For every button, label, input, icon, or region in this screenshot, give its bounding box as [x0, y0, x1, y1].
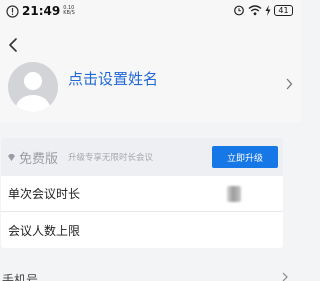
blurred-value — [227, 186, 241, 202]
charging-icon — [265, 4, 271, 16]
avatar[interactable] — [8, 62, 58, 112]
setting-row-participant-limit[interactable]: 会议人数上限 — [1, 212, 283, 248]
user-silhouette-icon — [16, 72, 50, 112]
battery-indicator: 41 — [274, 4, 293, 16]
network-speed-unit: KB/S — [63, 10, 75, 16]
meeting-plan-card: 免费版 升级专享无限时长会议 立即升级 单次会议时长 会议人数上限 — [1, 138, 283, 248]
set-name-link[interactable]: 点击设置姓名 — [68, 68, 158, 89]
wifi-icon — [248, 5, 262, 16]
setting-row-label: 单次会议时长 — [8, 187, 81, 201]
status-bar: 21:49 0.10 KB/S 41 — [0, 0, 301, 22]
phone-number-label[interactable]: 手机号 — [2, 271, 38, 281]
chevron-right-icon[interactable] — [285, 78, 293, 90]
chevron-right-icon[interactable] — [281, 272, 289, 281]
setting-row-label: 会议人数上限 — [8, 223, 81, 238]
plan-name: 免费版 — [19, 151, 59, 167]
clock-time: 21:49 — [22, 4, 61, 18]
upgrade-button[interactable]: 立即升级 — [212, 146, 278, 168]
setting-row-meeting-duration[interactable]: 单次会议时长 — [1, 176, 283, 212]
alarm-icon — [234, 5, 244, 16]
status-icons: 41 — [233, 4, 293, 16]
plan-description: 升级专享无限时长会议 — [68, 153, 154, 163]
plan-row: 免费版 升级专享无限时长会议 立即升级 — [1, 138, 283, 176]
alert-icon — [6, 4, 19, 18]
gem-icon — [8, 153, 15, 161]
chevron-left-icon[interactable] — [5, 36, 21, 54]
profile-section: 点击设置姓名 — [0, 22, 301, 122]
network-speed: 0.10 KB/S — [63, 6, 75, 16]
